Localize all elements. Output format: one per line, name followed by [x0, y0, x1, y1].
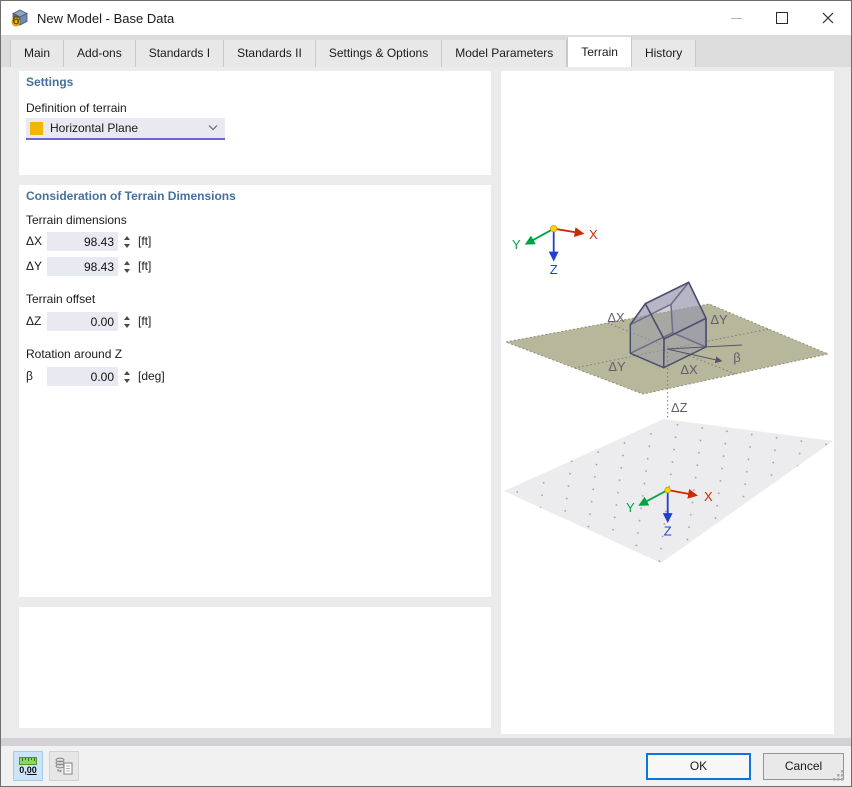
terrain-diagram: X Y Z: [501, 71, 834, 734]
global-axes-icon: X Y Z: [512, 226, 598, 278]
tab-add-ons[interactable]: Add-ons: [64, 40, 136, 67]
spin-up-icon: [124, 236, 130, 240]
dy-row: ΔY [ft]: [19, 257, 491, 276]
maximize-icon: [776, 12, 788, 24]
app-icon: 6: [11, 9, 29, 27]
terrain-offset-label: Terrain offset: [26, 292, 95, 306]
dy-input[interactable]: [47, 257, 118, 276]
origin-point-icon: [665, 487, 671, 493]
footer-divider: [1, 738, 851, 746]
beta-row: β [deg]: [19, 367, 491, 386]
maximize-button[interactable]: [759, 1, 805, 35]
close-icon: [822, 12, 834, 24]
terrain-type-swatch: [30, 122, 43, 135]
tab-standards-1[interactable]: Standards I: [136, 40, 224, 67]
dx-spinner[interactable]: [121, 232, 133, 251]
dx-bottom-label: ΔX: [680, 362, 698, 377]
units-button-label: 0,00: [19, 766, 37, 775]
axis-x-label: X: [589, 227, 598, 242]
dz-input[interactable]: [47, 312, 118, 331]
axis-z-label: Z: [664, 524, 672, 539]
resize-grip[interactable]: [832, 769, 845, 782]
ruler-icon: [19, 757, 37, 765]
terrain-dimensions-label: Terrain dimensions: [26, 213, 127, 227]
new-model-dialog: 6 New Model - Base Data Main Add-ons Sta…: [0, 0, 852, 787]
spin-up-icon: [124, 371, 130, 375]
tab-bar: Main Add-ons Standards I Standards II Se…: [1, 35, 851, 67]
spin-down-icon: [124, 379, 130, 383]
settings-header: Settings: [26, 75, 73, 89]
axis-z-label: Z: [550, 262, 558, 277]
tab-standards-2[interactable]: Standards II: [224, 40, 316, 67]
window-title: New Model - Base Data: [37, 11, 174, 26]
dx-symbol: ΔX: [26, 232, 42, 251]
definition-of-terrain-label: Definition of terrain: [26, 101, 127, 115]
terrain-dimensions-groupbox: Consideration of Terrain Dimensions Terr…: [19, 185, 491, 597]
tab-terrain[interactable]: Terrain: [567, 37, 632, 67]
settings-groupbox: Settings Definition of terrain Horizonta…: [19, 71, 491, 175]
axis-x-label: X: [704, 489, 713, 504]
terrain-definition-value: Horizontal Plane: [50, 121, 138, 135]
ok-button[interactable]: OK: [646, 753, 751, 780]
dy-symbol: ΔY: [26, 257, 42, 276]
app-badge-number: 6: [12, 12, 19, 27]
spin-up-icon: [124, 316, 130, 320]
tab-main[interactable]: Main: [10, 40, 64, 67]
close-button[interactable]: [805, 1, 851, 35]
tab-model-parameters[interactable]: Model Parameters: [442, 40, 567, 67]
window-controls: [713, 1, 851, 35]
beta-label: β: [733, 350, 740, 365]
terrain-definition-combobox[interactable]: Horizontal Plane: [26, 118, 225, 140]
coil-document-icon: [54, 756, 74, 776]
dz-row: ΔZ [ft]: [19, 312, 491, 331]
spin-up-icon: [124, 261, 130, 265]
dy-unit: [ft]: [138, 257, 151, 276]
footer-bar: 0,00 OK Cancel: [1, 746, 851, 786]
dy-right-label: ΔY: [710, 312, 728, 327]
titlebar: 6 New Model - Base Data: [1, 1, 851, 35]
origin-point-icon: [551, 226, 557, 232]
minimize-button[interactable]: [713, 1, 759, 35]
terrain-diagram-panel: X Y Z: [501, 71, 834, 734]
spin-down-icon: [124, 244, 130, 248]
tab-history[interactable]: History: [632, 40, 696, 67]
rotation-around-z-label: Rotation around Z: [26, 347, 122, 361]
dy-bottom-label: ΔY: [608, 359, 626, 374]
dimensions-header: Consideration of Terrain Dimensions: [26, 189, 236, 203]
dz-spinner[interactable]: [121, 312, 133, 331]
beta-unit: [deg]: [138, 367, 165, 386]
beta-spinner[interactable]: [121, 367, 133, 386]
dx-input[interactable]: [47, 232, 118, 251]
dx-top-label: ΔX: [607, 310, 625, 325]
dy-spinner[interactable]: [121, 257, 133, 276]
beta-symbol: β: [26, 367, 33, 386]
chevron-down-icon: [208, 125, 218, 131]
dx-row: ΔX [ft]: [19, 232, 491, 251]
axis-y-label: Y: [626, 500, 635, 515]
beta-input[interactable]: [47, 367, 118, 386]
dz-label: ΔZ: [671, 400, 688, 415]
copy-settings-button[interactable]: [49, 751, 79, 781]
spin-down-icon: [124, 269, 130, 273]
dz-symbol: ΔZ: [26, 312, 41, 331]
minimize-icon: [731, 18, 742, 19]
units-decimal-places-button[interactable]: 0,00: [13, 751, 43, 781]
tab-settings-options[interactable]: Settings & Options: [316, 40, 442, 67]
spin-down-icon: [124, 324, 130, 328]
empty-groupbox: [19, 607, 491, 728]
dz-unit: [ft]: [138, 312, 151, 331]
dx-unit: [ft]: [138, 232, 151, 251]
axis-y-label: Y: [512, 237, 521, 252]
